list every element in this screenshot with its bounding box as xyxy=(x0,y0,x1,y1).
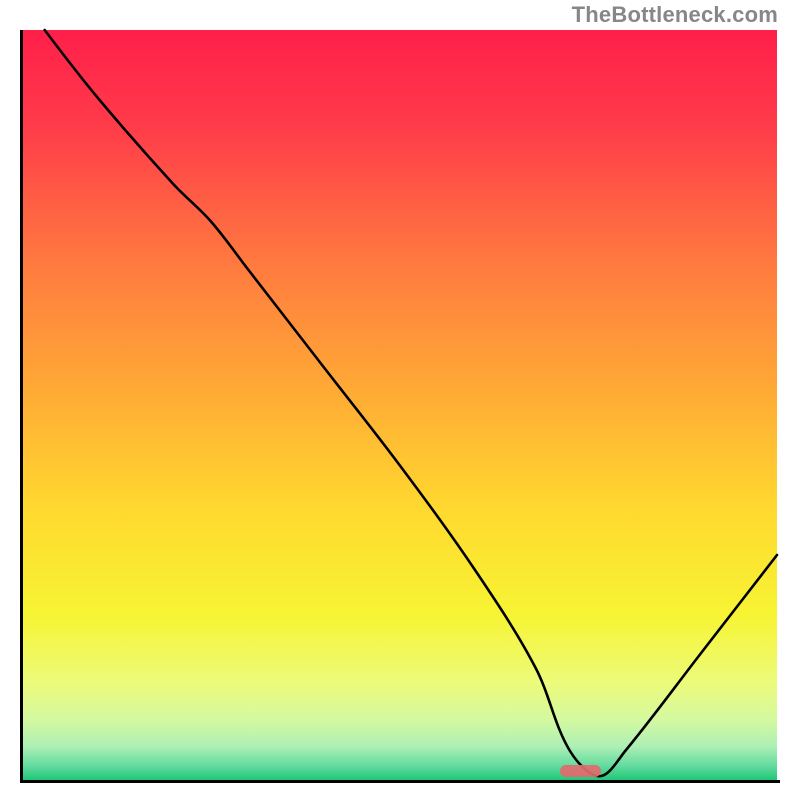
plot-area xyxy=(22,30,777,780)
bottleneck-chart: TheBottleneck.com xyxy=(0,0,800,800)
axis-bottom xyxy=(20,780,780,783)
watermark-text: TheBottleneck.com xyxy=(572,2,778,28)
bottleneck-curve xyxy=(22,30,777,780)
axis-left xyxy=(20,30,23,782)
optimal-marker xyxy=(560,765,601,777)
